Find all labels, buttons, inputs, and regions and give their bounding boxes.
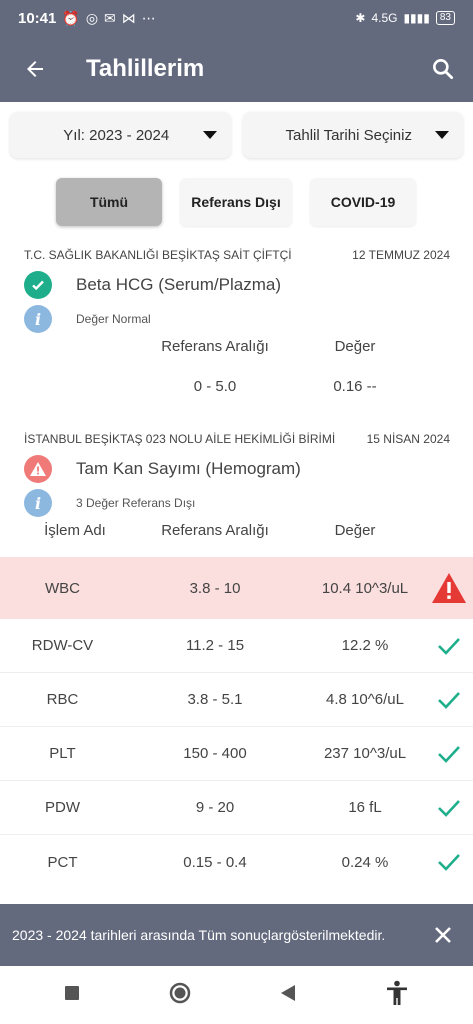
back-button[interactable] (0, 36, 70, 102)
warning-circle-icon (24, 455, 52, 483)
value-header: Değer (334, 338, 376, 355)
check-icon (425, 852, 473, 872)
row-name: PLT (49, 745, 76, 762)
result-date: 15 NİSAN 2024 (366, 432, 450, 446)
close-icon (435, 927, 451, 943)
result-header: İSTANBUL BEŞİKTAŞ 023 NOLU AİLE HEKİMLİĞ… (24, 432, 450, 446)
row-ref: 11.2 - 15 (185, 637, 245, 654)
row-name: PDW (45, 799, 80, 816)
search-icon (433, 59, 454, 80)
column-header-value: Değer (334, 522, 376, 539)
table-row[interactable]: PLT 150 - 400 237 10^3/uL (0, 727, 473, 781)
warning-icon (425, 572, 473, 604)
arrow-left-icon (27, 61, 43, 77)
system-nav-bar (0, 966, 473, 1024)
battery-icon: 83 (435, 11, 455, 25)
chat-icon: ✉ (104, 9, 116, 26)
row-name: RBC (46, 691, 79, 708)
test-title-row[interactable]: Tam Kan Sayımı (Hemogram) (24, 455, 301, 483)
check-circle-icon (24, 271, 52, 299)
test-status-row: i Değer Normal (24, 305, 151, 333)
page-title: Tahlillerim (86, 55, 205, 82)
check-icon (425, 744, 473, 764)
accessibility-button[interactable] (385, 980, 409, 1011)
tab-out-of-reference[interactable]: Referans Dışı (180, 178, 292, 226)
recents-button[interactable] (64, 985, 80, 1006)
status-right: ✱ 4.5G ▮▮▮▮ 83 (355, 11, 455, 25)
snackbar: 2023 - 2024 tarihleri arasında Tüm sonuç… (0, 904, 473, 966)
row-name: RDW-CV (31, 637, 94, 654)
caret-down-icon (202, 131, 217, 139)
test-name: Tam Kan Sayımı (Hemogram) (76, 459, 301, 478)
more-dots-icon: ⋯ (141, 9, 156, 26)
signal-icon: ▮▮▮▮ (403, 11, 430, 25)
bluetooth-icon: ✱ (355, 11, 366, 25)
test-status-text: Değer Normal (76, 312, 151, 326)
tab-covid[interactable]: COVID-19 (310, 178, 416, 226)
table-row[interactable]: PDW 9 - 20 16 fL (0, 781, 473, 835)
table-row[interactable]: WBC 3.8 - 10 10.4 10^3/uL (0, 557, 473, 619)
info-icon[interactable]: i (24, 305, 52, 333)
ref-range-value: 0 - 5.0 (193, 378, 237, 395)
result-value: 0.16 -- (333, 378, 377, 395)
check-icon (425, 690, 473, 710)
filters: Yıl: 2023 - 2024 Tahlil Tarihi Seçiniz (10, 112, 463, 158)
back-nav-button[interactable] (280, 984, 296, 1007)
search-button[interactable] (413, 36, 473, 102)
table-row[interactable]: PCT 0.15 - 0.4 0.24 % (0, 835, 473, 889)
notification-icons: ⏰ ◎ ✉ ⋈ ⋯ (62, 10, 155, 27)
check-icon (425, 798, 473, 818)
app-bar: Tahlillerim (0, 36, 473, 102)
network-type: 4.5G (371, 11, 398, 25)
row-name: WBC (45, 579, 80, 597)
tab-all[interactable]: Tümü (56, 178, 162, 226)
check-icon (425, 636, 473, 656)
row-value: 10.4 10^3/uL (321, 579, 409, 597)
share-icon: ⋈ (121, 9, 136, 26)
test-status-text: 3 Değer Referans Dışı (76, 496, 196, 510)
row-ref: 3.8 - 10 (189, 579, 241, 597)
result-header: T.C. SAĞLIK BAKANLIĞI BEŞİKTAŞ SAİT ÇİFT… (24, 248, 450, 262)
row-value: 4.8 10^6/uL (326, 691, 404, 708)
test-title-row[interactable]: Beta HCG (Serum/Plazma) (24, 271, 281, 299)
row-value: 12.2 % (341, 637, 389, 654)
institution-name: İSTANBUL BEŞİKTAŞ 023 NOLU AİLE HEKİMLİĞ… (24, 432, 336, 446)
institution-name: T.C. SAĞLIK BAKANLIĞI BEŞİKTAŞ SAİT ÇİFT… (24, 248, 292, 262)
column-header-ref: Referans Aralığı (161, 522, 269, 539)
year-select-value: Yıl: 2023 - 2024 (63, 126, 170, 144)
info-icon[interactable]: i (24, 489, 52, 517)
test-status-row: i 3 Değer Referans Dışı (24, 489, 195, 517)
row-value: 0.24 % (341, 853, 389, 871)
row-ref: 3.8 - 5.1 (187, 691, 243, 708)
result-date: 12 TEMMUZ 2024 (352, 248, 450, 262)
row-ref: 0.15 - 0.4 (183, 853, 247, 871)
status-time: 10:41 (18, 9, 57, 27)
row-name: PCT (47, 853, 78, 871)
table-row[interactable]: RBC 3.8 - 5.1 4.8 10^6/uL (0, 673, 473, 727)
status-bar: 10:41 ⏰ ◎ ✉ ⋈ ⋯ ✱ 4.5G ▮▮▮▮ 83 (0, 0, 473, 36)
column-header-name: İşlem Adı (44, 522, 106, 539)
home-button[interactable] (169, 982, 191, 1009)
table-row[interactable]: RDW-CV 11.2 - 15 12.2 % (0, 619, 473, 673)
ref-range-header: Referans Aralığı (161, 338, 269, 355)
close-button[interactable] (425, 917, 461, 953)
filter-tabs: Tümü Referans Dışı COVID-19 (56, 178, 416, 226)
snackbar-message: 2023 - 2024 tarihleri arasında Tüm sonuç… (12, 927, 386, 943)
row-value: 16 fL (348, 799, 382, 816)
row-ref: 9 - 20 (195, 799, 235, 816)
caret-down-icon (435, 131, 449, 139)
alarm-icon: ⏰ (62, 9, 80, 26)
year-select[interactable]: Yıl: 2023 - 2024 (10, 112, 231, 158)
row-ref: 150 - 400 (183, 745, 247, 762)
date-select[interactable]: Tahlil Tarihi Seçiniz (242, 112, 463, 158)
date-select-value: Tahlil Tarihi Seçiniz (285, 126, 412, 144)
test-name: Beta HCG (Serum/Plazma) (76, 275, 281, 294)
whatsapp-icon: ◎ (85, 9, 99, 26)
row-value: 237 10^3/uL (323, 745, 407, 762)
